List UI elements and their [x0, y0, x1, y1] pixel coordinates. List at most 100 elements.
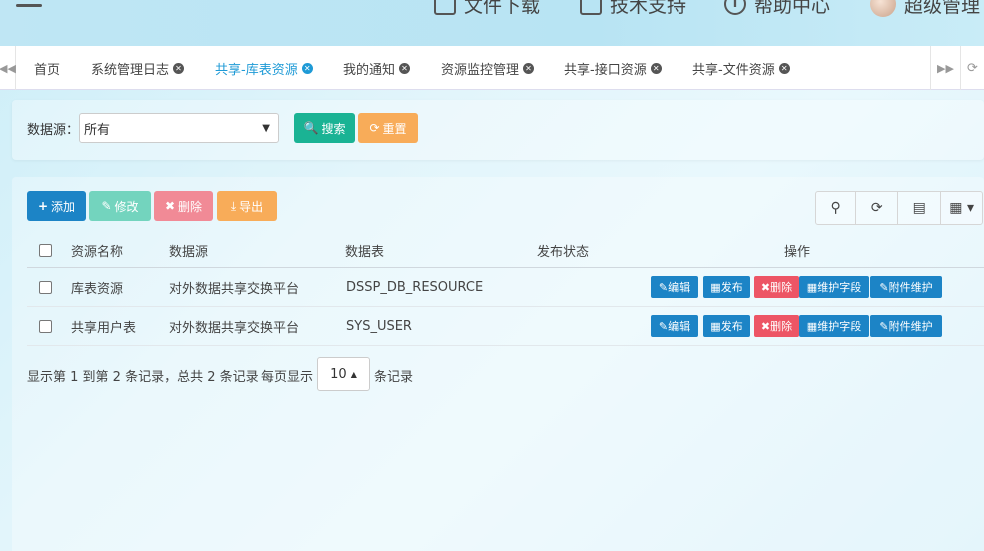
datasource-select[interactable]: 所有 ▼	[79, 113, 279, 143]
grid-icon: ▦	[806, 280, 818, 294]
cell-name: 共享用户表	[71, 320, 137, 336]
row-publish-label: 发布	[720, 320, 743, 333]
close-icon[interactable]: ✕	[399, 62, 411, 74]
tab-label: 资源监控管理	[441, 62, 520, 78]
download-icon: ⤓	[230, 198, 237, 213]
row-fields-label: 维护字段	[817, 281, 862, 294]
tab-db-resource[interactable]: 共享-库表资源 ✕	[215, 46, 313, 90]
row-attachments-button[interactable]: ✎ 附件维护	[870, 276, 942, 298]
info-icon: i	[724, 0, 746, 15]
chevron-down-icon: ▼	[262, 123, 270, 134]
reset-button-label: 重置	[382, 121, 407, 136]
help-link[interactable]: i 帮助中心	[724, 0, 830, 17]
row-checkbox[interactable]	[39, 280, 52, 294]
download-link[interactable]: 文件下载	[434, 0, 540, 17]
plus-icon: +	[37, 199, 49, 213]
close-icon[interactable]: ✕	[778, 62, 790, 74]
row-attachments-label: 附件维护	[888, 281, 933, 294]
close-icon[interactable]: ✕	[523, 62, 535, 74]
tab-label: 首页	[34, 62, 61, 78]
row-delete-button[interactable]: ✖ 删除	[754, 315, 799, 337]
tab-api-resource[interactable]: 共享-接口资源 ✕	[564, 46, 662, 90]
row-publish-label: 发布	[720, 281, 743, 294]
search-icon: 🔍	[303, 121, 319, 135]
avatar	[870, 0, 896, 17]
row-delete-label: 删除	[770, 320, 793, 333]
tab-label: 共享-文件资源	[692, 62, 775, 78]
x-icon: ✖	[760, 319, 771, 333]
tab-resource-monitor[interactable]: 资源监控管理 ✕	[441, 46, 535, 90]
grid-icon: ▦	[710, 319, 721, 333]
cell-source: 对外数据共享交换平台	[169, 281, 300, 297]
tab-scroll-right-icon[interactable]: ▶▶	[930, 46, 960, 90]
reset-button[interactable]: ⟳ 重置	[358, 113, 418, 143]
row-delete-button[interactable]: ✖ 删除	[754, 276, 799, 298]
col-status: 发布状态	[537, 245, 590, 260]
columns-icon[interactable]: ▦ ▾	[941, 192, 982, 224]
cell-source: 对外数据共享交换平台	[169, 320, 300, 336]
tab-system-log[interactable]: 系统管理日志 ✕	[91, 46, 185, 90]
row-edit-button[interactable]: ✎ 编辑	[651, 276, 698, 298]
edit-icon: ✎	[879, 280, 889, 294]
table-header: 资源名称 数据源 数据表 发布状态 操作	[27, 234, 984, 268]
per-page-prefix: 每页显示	[261, 370, 314, 385]
row-edit-label: 编辑	[668, 281, 691, 294]
refresh-tabs-icon[interactable]: ⟳	[960, 46, 984, 90]
close-icon[interactable]: ✕	[173, 62, 185, 74]
x-icon: ✖	[760, 280, 771, 294]
row-publish-button[interactable]: ▦ 发布	[703, 276, 750, 298]
add-button-label: 添加	[51, 199, 76, 214]
menu-icon[interactable]	[16, 0, 42, 14]
pagination-summary: 显示第 1 到第 2 条记录，总共 2 条记录	[27, 370, 259, 385]
row-fields-label: 维护字段	[817, 320, 862, 333]
tab-label: 共享-库表资源	[215, 62, 298, 78]
search-button-label: 搜索	[321, 121, 346, 136]
row-checkbox[interactable]	[39, 319, 52, 333]
toggle-view-icon[interactable]: ▤	[898, 192, 942, 224]
refresh-icon: ⟳	[369, 121, 380, 135]
row-publish-button[interactable]: ▦ 发布	[703, 315, 750, 337]
tab-file-resource[interactable]: 共享-文件资源 ✕	[692, 46, 790, 90]
search-button[interactable]: 🔍 搜索	[294, 113, 355, 143]
cell-name: 库表资源	[71, 281, 124, 297]
tab-notifications[interactable]: 我的通知 ✕	[343, 46, 411, 90]
tab-scroll-left-icon[interactable]: ◀◀	[0, 46, 16, 90]
table-row: 共享用户表 对外数据共享交换平台 SYS_USER ✎ 编辑 ▦ 发布 ✖ 删除 ▦ 维…	[27, 307, 984, 346]
col-source: 数据源	[169, 245, 209, 260]
refresh-icon[interactable]: ⟳	[856, 192, 899, 224]
datasource-value: 所有	[84, 122, 111, 138]
datasource-label: 数据源：	[27, 123, 80, 138]
edit-button[interactable]: ✎ 修改	[89, 191, 151, 221]
export-button[interactable]: ⤓ 导出	[217, 191, 277, 221]
image-icon	[434, 0, 456, 15]
select-all-checkbox[interactable]	[39, 244, 52, 257]
edit-icon: ✎	[658, 280, 669, 294]
add-button[interactable]: + 添加	[27, 191, 86, 221]
delete-button[interactable]: ✖ 删除	[154, 191, 213, 221]
row-attachments-label: 附件维护	[888, 320, 933, 333]
row-edit-button[interactable]: ✎ 编辑	[651, 315, 698, 337]
tab-bar: ◀◀ 首页 系统管理日志 ✕ 共享-库表资源 ✕ 我的通知 ✕ 资源监控管理 ✕ 共享-…	[0, 46, 984, 90]
page-size-select[interactable]: 10 ▲	[317, 357, 370, 391]
edit-button-label: 修改	[114, 199, 139, 214]
row-fields-button[interactable]: ▦ 维护字段	[799, 276, 869, 298]
top-header: 文件下载 技术支持 i 帮助中心 超级管理	[0, 0, 984, 46]
support-link[interactable]: 技术支持	[580, 0, 687, 17]
row-attachments-button[interactable]: ✎ 附件维护	[870, 315, 942, 337]
close-icon[interactable]: ✕	[301, 62, 313, 74]
tab-home[interactable]: 首页	[34, 46, 60, 90]
grid-icon: ▦	[806, 319, 818, 333]
page-size-value: 10	[330, 366, 347, 382]
close-icon[interactable]: ✕	[650, 62, 662, 74]
support-label: 技术支持	[610, 0, 687, 17]
search-icon[interactable]: ⚲	[816, 192, 857, 224]
per-page-suffix: 条记录	[374, 370, 414, 385]
user-menu[interactable]: 超级管理	[870, 0, 981, 17]
col-actions: 操作	[784, 245, 811, 260]
caret-up-icon: ▲	[350, 369, 357, 379]
user-name: 超级管理	[904, 0, 981, 17]
edit-icon: ✎	[101, 199, 112, 213]
table-row: 库表资源 对外数据共享交换平台 DSSP_DB_RESOURCE ✎ 编辑 ▦ 发布…	[27, 268, 984, 307]
row-fields-button[interactable]: ▦ 维护字段	[799, 315, 869, 337]
cell-table: SYS_USER	[346, 318, 412, 334]
